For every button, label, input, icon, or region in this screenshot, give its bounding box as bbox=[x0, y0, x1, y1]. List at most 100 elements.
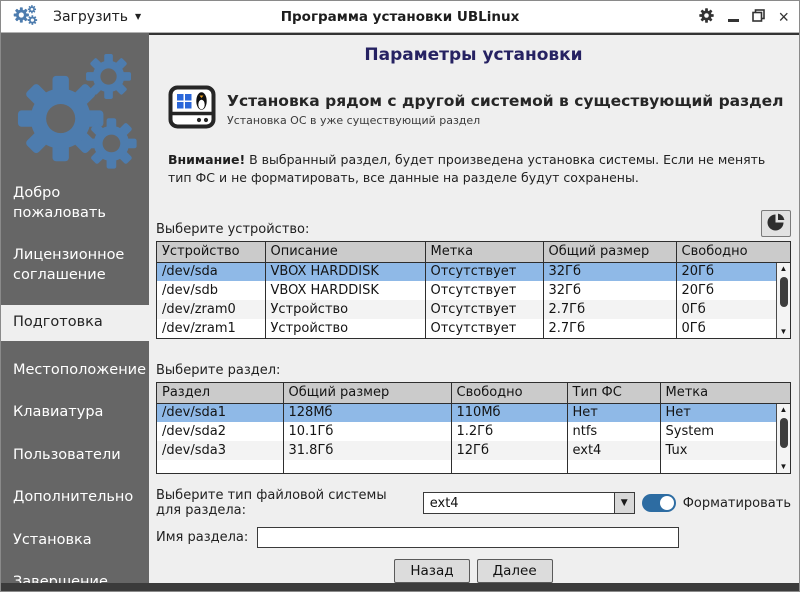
table-row[interactable]: /dev/zram0 Устройство Отсутствует 2.7Гб 0Гб bbox=[157, 300, 790, 319]
sidebar-item-preparation[interactable]: Подготовка bbox=[1, 305, 149, 341]
sidebar-item-location[interactable]: Местоположение bbox=[1, 358, 149, 384]
warning-text: Внимание! В выбранный раздел, будет прои… bbox=[168, 151, 786, 186]
table-cell: Нет bbox=[660, 403, 790, 422]
table-cell: Отсутствует bbox=[425, 262, 544, 281]
table-cell: /dev/sda3 bbox=[157, 441, 284, 460]
minimize-button[interactable] bbox=[728, 7, 740, 27]
maximize-button[interactable] bbox=[752, 7, 766, 27]
column-header[interactable]: Общий размер bbox=[543, 242, 677, 263]
sidebar-item-users[interactable]: Пользователи bbox=[1, 443, 149, 469]
partition-section-label: Выберите раздел: bbox=[156, 363, 281, 378]
table-cell bbox=[451, 460, 568, 473]
gear-icon bbox=[698, 7, 715, 27]
table-cell: 32Гб bbox=[543, 281, 677, 300]
column-header[interactable]: Раздел bbox=[157, 383, 284, 404]
settings-button[interactable] bbox=[698, 7, 715, 27]
table-cell: /dev/zram0 bbox=[157, 300, 266, 319]
section-header-text: Установка рядом с другой системой в суще… bbox=[227, 92, 784, 127]
table-cell bbox=[283, 460, 452, 473]
sidebar-item-license[interactable]: Лицензионное соглашение bbox=[1, 243, 149, 288]
table-cell: 0Гб bbox=[676, 300, 790, 319]
partition-chart-button[interactable] bbox=[761, 210, 791, 237]
table-cell: 32Гб bbox=[543, 262, 677, 281]
pie-chart-icon bbox=[766, 212, 786, 235]
partition-name-input[interactable] bbox=[257, 527, 680, 548]
minimize-icon bbox=[728, 18, 740, 22]
table-cell bbox=[157, 460, 284, 473]
sidebar-item-keyboard[interactable]: Клавиатура bbox=[1, 400, 149, 426]
column-header[interactable]: Тип ФС bbox=[567, 383, 661, 404]
window-controls: × bbox=[698, 7, 789, 27]
table-cell: ntfs bbox=[567, 422, 661, 441]
table-cell: /dev/zram1 bbox=[157, 319, 266, 338]
table-cell: 128Мб bbox=[283, 403, 452, 422]
partition-table: Раздел Общий размер Свободно Тип ФС Метка/de… bbox=[157, 383, 790, 473]
fs-type-select[interactable]: ext4 ▼ bbox=[422, 492, 635, 514]
fs-type-label: Выберите тип файловой системы для раздел… bbox=[156, 488, 387, 518]
column-header[interactable]: Общий размер bbox=[283, 383, 452, 404]
scroll-up-icon[interactable]: ▲ bbox=[777, 404, 790, 416]
table-cell: Tux bbox=[660, 441, 790, 460]
table-cell: 110Мб bbox=[451, 403, 568, 422]
sidebar-item-welcome[interactable]: Добро пожаловать bbox=[1, 181, 149, 226]
next-button[interactable]: Далее bbox=[476, 559, 553, 583]
back-button[interactable]: Назад bbox=[394, 559, 470, 583]
table-cell: 20Гб bbox=[676, 262, 790, 281]
section-title: Установка рядом с другой системой в суще… bbox=[227, 91, 784, 110]
format-toggle[interactable] bbox=[641, 494, 676, 512]
table-cell: Нет bbox=[567, 403, 661, 422]
column-header[interactable]: Свободно bbox=[676, 242, 790, 263]
section-subtitle: Установка ОС в уже существующий раздел bbox=[227, 113, 481, 127]
column-header[interactable]: Устройство bbox=[157, 242, 266, 263]
table-row[interactable]: /dev/sdb VBOX HARDDISK Отсутствует 32Гб 20Гб bbox=[157, 281, 790, 300]
table-row[interactable]: /dev/sda VBOX HARDDISK Отсутствует 32Гб 20Гб bbox=[157, 262, 790, 281]
table-cell: System bbox=[665, 424, 714, 439]
table-cell: Отсутствует bbox=[425, 319, 544, 338]
close-icon: × bbox=[778, 6, 789, 27]
device-section-label: Выберите устройство: bbox=[156, 222, 310, 237]
format-toggle-label: Форматировать bbox=[682, 495, 791, 511]
load-button[interactable]: Загрузить ▼ bbox=[49, 7, 145, 27]
close-button[interactable]: × bbox=[778, 7, 789, 27]
scroll-thumb[interactable] bbox=[779, 277, 788, 307]
sidebar-item-finish[interactable]: Завершение bbox=[1, 570, 149, 583]
sidebar-item-additional[interactable]: Дополнительно bbox=[1, 485, 149, 511]
partition-table-scrollbar[interactable]: ▲ ▼ bbox=[776, 404, 790, 473]
table-cell: Отсутствует bbox=[425, 281, 544, 300]
column-header[interactable]: Свободно bbox=[451, 383, 568, 404]
table-cell: 2.7Гб bbox=[543, 300, 677, 319]
column-header[interactable]: Описание bbox=[265, 242, 426, 263]
table-cell bbox=[567, 460, 661, 473]
partition-label-row: Выберите раздел: bbox=[156, 363, 791, 378]
table-cell: 2.7Гб bbox=[543, 319, 677, 338]
warning-body: В выбранный раздел, будет произведена ус… bbox=[168, 152, 766, 185]
scroll-up-icon[interactable]: ▲ bbox=[777, 263, 790, 275]
table-cell: Устройство bbox=[265, 319, 426, 338]
table-cell: 0Гб bbox=[681, 321, 706, 336]
table-cell: 10.1Гб bbox=[283, 422, 452, 441]
table-cell: 31.8Гб bbox=[283, 441, 452, 460]
nav-buttons: Назад Далее bbox=[156, 559, 791, 583]
load-button-label: Загрузить bbox=[53, 8, 129, 25]
sidebar-item-installation[interactable]: Установка bbox=[1, 528, 149, 554]
table-row[interactable]: /dev/sda2 10.1Гб 1.2Гб ntfs System bbox=[157, 422, 790, 441]
table-row[interactable]: /dev/sda3 31.8Гб 12Гб ext4 Tux bbox=[157, 441, 790, 460]
column-header[interactable]: Метка bbox=[425, 242, 544, 263]
gears-icon bbox=[11, 3, 39, 31]
table-row[interactable]: /dev/zram1 Устройство Отсутствует 2.7Гб 0Гб bbox=[157, 319, 790, 338]
table-row[interactable]: /dev/sda1 128Мб 110Мб Нет Нет bbox=[157, 403, 790, 422]
device-table-container: Устройство Описание Метка Общий размер Свобо… bbox=[156, 241, 791, 339]
page-title: Параметры установки bbox=[364, 45, 583, 65]
table-cell: VBOX HARDDISK bbox=[265, 281, 426, 300]
scroll-down-icon[interactable]: ▼ bbox=[777, 461, 790, 473]
table-cell: 20Гб bbox=[681, 283, 715, 298]
device-table-scrollbar[interactable]: ▲ ▼ bbox=[776, 263, 790, 338]
table-cell bbox=[660, 460, 790, 473]
scroll-thumb[interactable] bbox=[779, 418, 788, 448]
partition-name-row: Имя раздела: bbox=[156, 527, 791, 548]
column-header[interactable]: Метка bbox=[660, 383, 790, 404]
table-cell: /dev/sda1 bbox=[157, 403, 284, 422]
scroll-down-icon[interactable]: ▼ bbox=[777, 326, 790, 338]
table-cell: VBOX HARDDISK bbox=[265, 262, 426, 281]
drive-os-icon bbox=[168, 85, 216, 133]
